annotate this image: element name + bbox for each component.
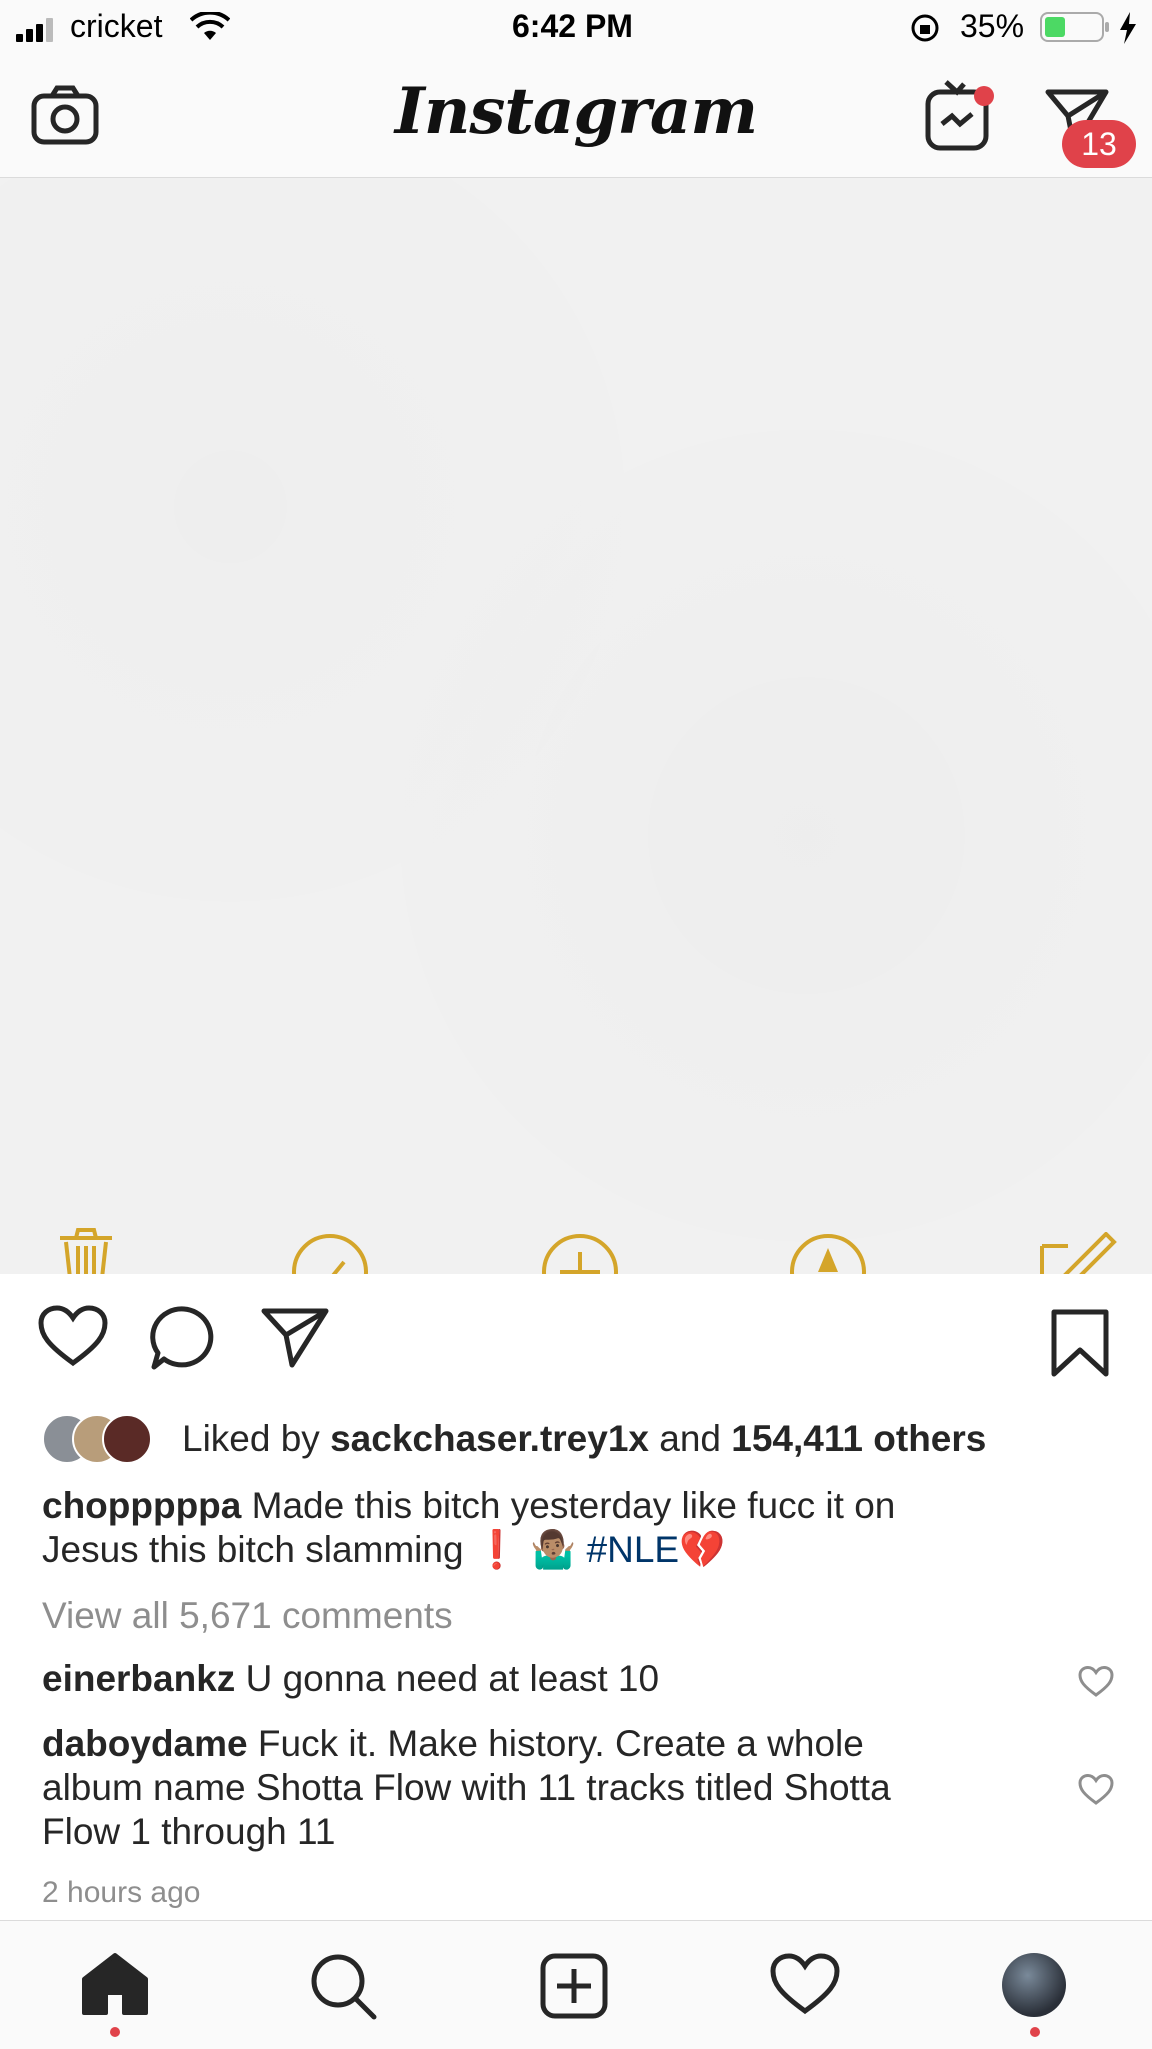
liker-avatar[interactable] (102, 1414, 152, 1464)
comment-item: daboydame Fuck it. Make history. Create … (42, 1722, 1042, 1854)
likes-row: Liked by sackchaser.trey1x and 154,411 o… (42, 1410, 1122, 1464)
caption-text-line2: Jesus this bitch slamming (42, 1529, 464, 1570)
comment-text-line1: Fuck it. Make history. Create a whole (257, 1723, 864, 1764)
liked-by-joiner: and (659, 1418, 721, 1459)
comment-username[interactable]: daboydame (42, 1723, 248, 1764)
compass-icon (790, 1234, 866, 1274)
comment-text-line3: Flow 1 through 11 (42, 1811, 336, 1852)
plus-circle-icon (542, 1234, 618, 1274)
post-image[interactable] (0, 178, 1152, 1274)
wifi-icon (190, 12, 230, 40)
trash-icon (60, 1228, 112, 1274)
home-icon[interactable] (80, 1951, 150, 2017)
liked-by-prefix: Liked by (182, 1418, 320, 1459)
share-icon[interactable] (260, 1305, 330, 1369)
search-icon[interactable] (308, 1951, 378, 2021)
bottom-tab-bar (0, 1920, 1152, 2049)
hashtag-link[interactable]: #NLE (587, 1529, 680, 1570)
comment-item: einerbankz U gonna need at least 10 (42, 1657, 1022, 1701)
compose-icon (1040, 1232, 1117, 1274)
caption-text-line1: Made this bitch yesterday like fucc it o… (251, 1485, 896, 1526)
post-timestamp: 2 hours ago (42, 1876, 201, 1909)
top-bar: Instagram 13 (0, 56, 1152, 178)
comment-like-icon[interactable] (1078, 1774, 1114, 1806)
comment-icon[interactable] (150, 1305, 218, 1371)
igtv-icon[interactable] (924, 78, 1002, 154)
comment-like-icon[interactable] (1078, 1666, 1114, 1698)
check-icon (292, 1234, 368, 1274)
view-all-comments[interactable]: View all 5,671 comments (42, 1594, 1082, 1638)
profile-activity-dot (1030, 2027, 1040, 2037)
battery-icon (1040, 12, 1109, 42)
caption-end-emoji: 💔 (679, 1529, 726, 1570)
comment-text: U gonna need at least 10 (245, 1658, 660, 1699)
bookmark-icon[interactable] (1050, 1308, 1110, 1378)
liked-by-others[interactable]: 154,411 others (731, 1418, 986, 1459)
status-time: 6:42 PM (512, 8, 633, 44)
activity-icon[interactable] (770, 1953, 840, 2017)
status-bar: cricket 6:42 PM 35% (0, 0, 1152, 56)
comment-text-line2: album name Shotta Flow with 11 tracks ti… (42, 1767, 891, 1808)
profile-avatar[interactable] (1002, 1953, 1066, 2017)
orientation-lock-icon (911, 14, 939, 42)
caption-username[interactable]: chopppppa (42, 1485, 241, 1526)
liked-by-user[interactable]: sackchaser.trey1x (330, 1418, 649, 1459)
comment-username[interactable]: einerbankz (42, 1658, 235, 1699)
charging-icon (1120, 12, 1136, 44)
battery-percent: 35% (960, 8, 1025, 44)
caption-emoji: ❗️ 🤷🏽‍♂️ (473, 1529, 577, 1570)
direct-badge[interactable]: 13 (1062, 120, 1136, 168)
carrier-label: cricket (70, 8, 163, 44)
caption: chopppppa Made this bitch yesterday like… (42, 1484, 1082, 1572)
heart-icon[interactable] (38, 1305, 108, 1369)
home-activity-dot (110, 2027, 120, 2037)
new-post-icon[interactable] (540, 1953, 608, 2019)
signal-icon (16, 18, 53, 42)
